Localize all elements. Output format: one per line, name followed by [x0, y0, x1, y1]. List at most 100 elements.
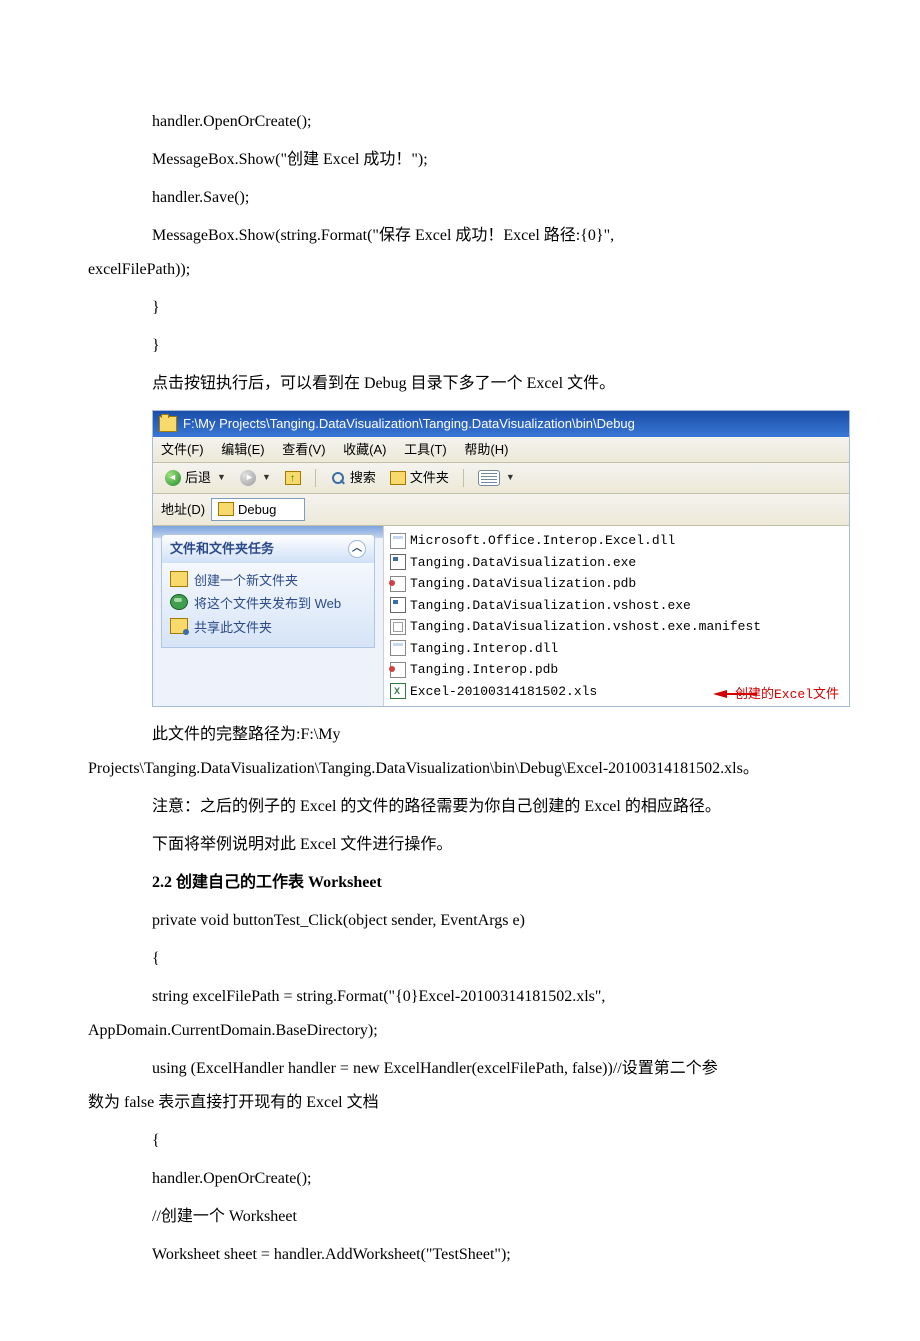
- menu-tools[interactable]: 工具(T): [404, 442, 447, 457]
- tasks-header[interactable]: 文件和文件夹任务 ︿: [162, 535, 374, 563]
- task-item-publish-web[interactable]: 将这个文件夹发布到 Web: [170, 592, 366, 616]
- separator: [463, 469, 464, 487]
- separator: [315, 469, 316, 487]
- file-name: Tanging.Interop.dll: [410, 639, 558, 659]
- exe-file-icon: [390, 554, 406, 570]
- pdb-file-icon: [390, 662, 406, 678]
- menu-help[interactable]: 帮助(H): [464, 442, 508, 457]
- file-row[interactable]: Tanging.DataVisualization.vshost.exe.man…: [390, 616, 843, 638]
- tasks-list: 创建一个新文件夹 将这个文件夹发布到 Web 共享此文件夹: [162, 569, 374, 640]
- address-field[interactable]: Debug: [211, 498, 305, 522]
- file-row[interactable]: Tanging.DataVisualization.pdb: [390, 573, 843, 595]
- titlebar[interactable]: F:\My Projects\Tanging.DataVisualization…: [153, 411, 849, 437]
- share-folder-icon: [170, 618, 188, 634]
- menu-file[interactable]: 文件(F): [161, 442, 204, 457]
- file-row[interactable]: Tanging.Interop.pdb: [390, 659, 843, 681]
- menu-view[interactable]: 查看(V): [282, 442, 325, 457]
- file-row[interactable]: Tanging.Interop.dll: [390, 638, 843, 660]
- up-folder-icon: [285, 471, 301, 485]
- code-line: MessageBox.Show("创建 Excel 成功！");: [88, 148, 832, 172]
- folders-icon: [390, 471, 406, 485]
- search-label: 搜索: [350, 468, 376, 488]
- heading-2-2: 2.2 创建自己的工作表 Worksheet: [88, 871, 832, 895]
- address-bar: 地址(D) Debug: [153, 494, 849, 527]
- task-label: 将这个文件夹发布到 Web: [194, 594, 341, 614]
- file-name: Tanging.DataVisualization.exe: [410, 553, 636, 573]
- chevron-down-icon: ▼: [217, 471, 226, 485]
- code-line: Worksheet sheet = handler.AddWorksheet("…: [88, 1243, 832, 1267]
- globe-icon: [170, 594, 188, 610]
- back-button[interactable]: 后退 ▼: [161, 467, 230, 489]
- arrow-icon: [713, 690, 727, 698]
- paragraph: 下面将举例说明对此 Excel 文件进行操作。: [88, 833, 832, 857]
- folders-button[interactable]: 文件夹: [386, 467, 453, 489]
- explorer-body: 文件和文件夹任务 ︿ 创建一个新文件夹 将这个文件夹发布到 Web 共享此文件夹: [153, 526, 849, 706]
- code-line: handler.OpenOrCreate();: [88, 1167, 832, 1191]
- pdb-file-icon: [390, 576, 406, 592]
- back-label: 后退: [185, 468, 211, 488]
- file-name: Tanging.Interop.pdb: [410, 660, 558, 680]
- menu-favorites[interactable]: 收藏(A): [343, 442, 386, 457]
- paragraph: 点击按钮执行后，可以看到在 Debug 目录下多了一个 Excel 文件。: [88, 372, 832, 396]
- annotation-arrow: 创建的Excel文件: [713, 685, 839, 705]
- file-row[interactable]: Tanging.DataVisualization.vshost.exe: [390, 595, 843, 617]
- search-button[interactable]: 搜索: [326, 467, 380, 489]
- code-line: //创建一个 Worksheet: [88, 1205, 832, 1229]
- chevron-down-icon: ▼: [506, 471, 515, 485]
- task-label: 创建一个新文件夹: [194, 571, 298, 591]
- file-name: Excel-20100314181502.xls: [410, 682, 597, 702]
- file-name: Microsoft.Office.Interop.Excel.dll: [410, 531, 675, 551]
- search-icon: [330, 470, 346, 486]
- file-row[interactable]: Microsoft.Office.Interop.Excel.dll: [390, 530, 843, 552]
- code-line: {: [88, 1129, 832, 1153]
- task-label: 共享此文件夹: [194, 618, 272, 638]
- code-line: 数为 false 表示直接打开现有的 Excel 文档: [88, 1091, 832, 1115]
- tasks-panel: 文件和文件夹任务 ︿ 创建一个新文件夹 将这个文件夹发布到 Web 共享此文件夹: [153, 526, 383, 706]
- code-line: }: [88, 296, 832, 320]
- folder-icon: [218, 502, 234, 516]
- folder-icon: [170, 571, 188, 587]
- menu-edit[interactable]: 编辑(E): [221, 442, 264, 457]
- views-button[interactable]: ▼: [474, 469, 519, 487]
- dll-file-icon: [390, 533, 406, 549]
- file-name: Tanging.DataVisualization.vshost.exe.man…: [410, 617, 761, 637]
- address-value: Debug: [238, 500, 276, 520]
- chevron-down-icon: ▼: [262, 471, 271, 485]
- paragraph: Projects\Tanging.DataVisualization\Tangi…: [88, 757, 832, 781]
- back-icon: [165, 470, 181, 486]
- code-line: handler.OpenOrCreate();: [88, 110, 832, 134]
- address-label: 地址(D): [161, 500, 205, 520]
- file-row[interactable]: Tanging.DataVisualization.exe: [390, 552, 843, 574]
- folder-icon: [159, 416, 177, 432]
- file-name: Tanging.DataVisualization.pdb: [410, 574, 636, 594]
- code-line: private void buttonTest_Click(object sen…: [88, 909, 832, 933]
- code-line: MessageBox.Show(string.Format("保存 Excel …: [88, 224, 832, 248]
- explorer-window: F:\My Projects\Tanging.DataVisualization…: [152, 410, 850, 707]
- views-icon: [478, 470, 500, 486]
- code-line: AppDomain.CurrentDomain.BaseDirectory);: [88, 1019, 832, 1043]
- dll-file-icon: [390, 640, 406, 656]
- menubar: 文件(F) 编辑(E) 查看(V) 收藏(A) 工具(T) 帮助(H): [153, 437, 849, 464]
- exe-file-icon: [390, 597, 406, 613]
- file-list: Microsoft.Office.Interop.Excel.dll Tangi…: [383, 526, 849, 706]
- tasks-box: 文件和文件夹任务 ︿ 创建一个新文件夹 将这个文件夹发布到 Web 共享此文件夹: [161, 534, 375, 648]
- paragraph: 此文件的完整路径为:F:\My: [88, 723, 832, 747]
- code-line: {: [88, 947, 832, 971]
- folders-label: 文件夹: [410, 468, 449, 488]
- task-item-new-folder[interactable]: 创建一个新文件夹: [170, 569, 366, 593]
- code-line: handler.Save();: [88, 186, 832, 210]
- code-line: }: [88, 334, 832, 358]
- code-line: excelFilePath));: [88, 258, 832, 282]
- xls-file-icon: [390, 683, 406, 699]
- code-line: using (ExcelHandler handler = new ExcelH…: [88, 1057, 832, 1081]
- tasks-header-label: 文件和文件夹任务: [170, 539, 274, 559]
- toolbar: 后退 ▼ ▼ 搜索 文件夹 ▼: [153, 463, 849, 494]
- manifest-file-icon: [390, 619, 406, 635]
- code-line: string excelFilePath = string.Format("{0…: [88, 985, 832, 1009]
- collapse-icon[interactable]: ︿: [348, 540, 366, 558]
- task-item-share[interactable]: 共享此文件夹: [170, 616, 366, 640]
- forward-icon: [240, 470, 256, 486]
- up-button[interactable]: [281, 470, 305, 486]
- file-name: Tanging.DataVisualization.vshost.exe: [410, 596, 691, 616]
- forward-button[interactable]: ▼: [236, 469, 275, 487]
